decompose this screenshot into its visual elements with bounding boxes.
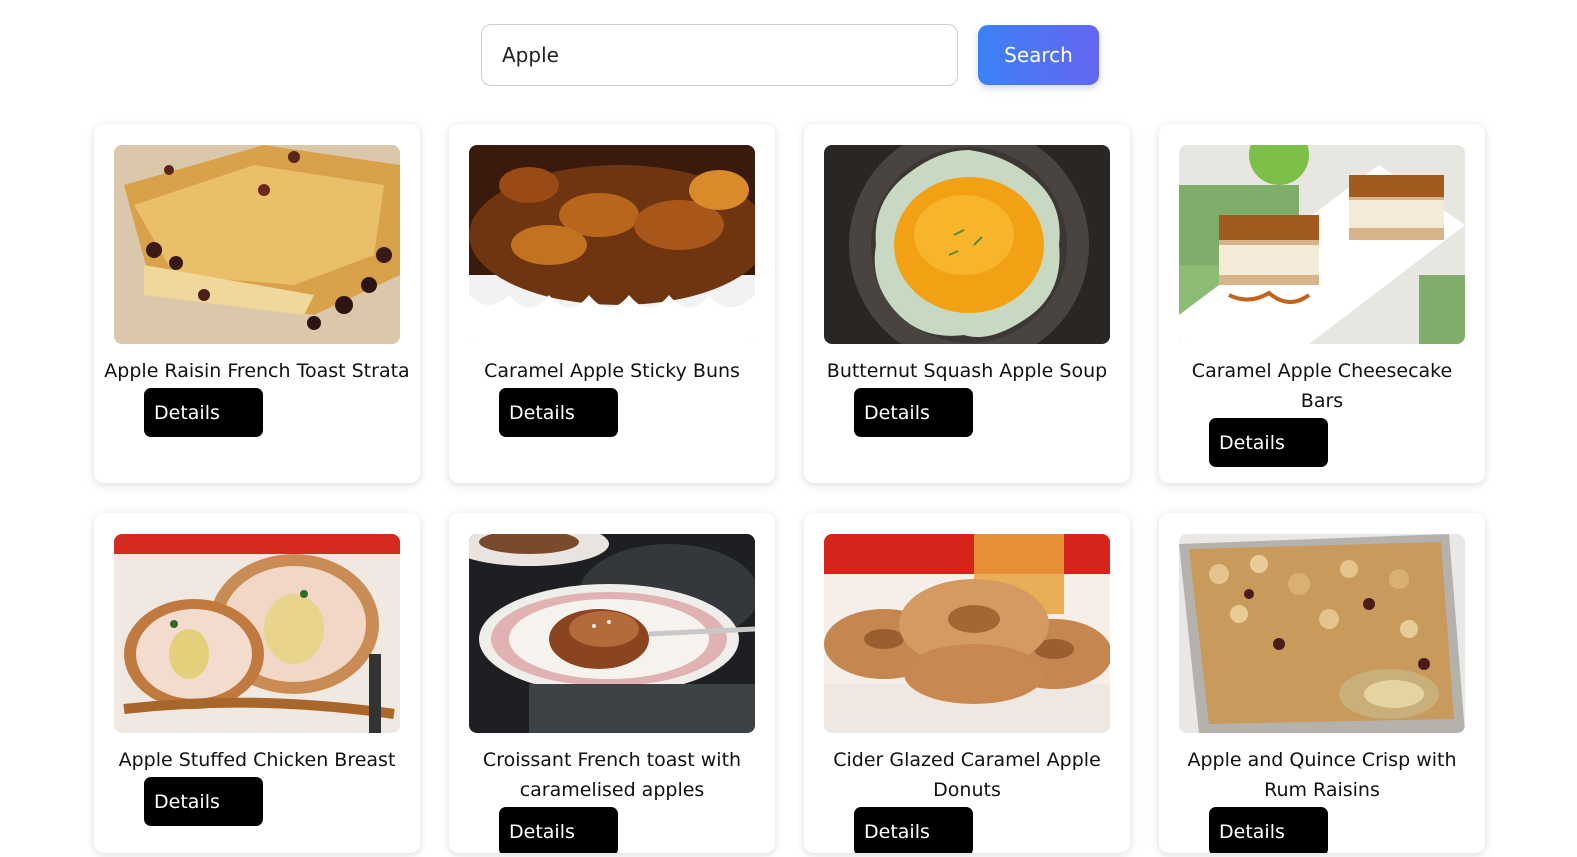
recipe-card: Caramel Apple Sticky Buns Details <box>449 124 775 483</box>
details-button[interactable]: Details <box>144 777 263 826</box>
recipe-image[interactable] <box>114 534 400 733</box>
recipe-card: Caramel Apple Cheesecake Bars Details <box>1159 124 1485 483</box>
details-button[interactable]: Details <box>1209 418 1328 467</box>
recipe-image[interactable] <box>114 145 400 344</box>
search-bar: Search <box>481 24 1099 86</box>
details-button[interactable]: Details <box>499 807 618 853</box>
recipe-card: Apple and Quince Crisp with Rum Raisins … <box>1159 513 1485 853</box>
search-input[interactable] <box>481 24 958 86</box>
details-button[interactable]: Details <box>499 388 618 437</box>
recipe-title: Apple Raisin French Toast Strata <box>104 360 410 382</box>
recipe-image[interactable] <box>824 534 1110 733</box>
recipe-title: Caramel Apple Cheesecake Bars <box>1191 360 1453 412</box>
details-button[interactable]: Details <box>1209 807 1328 853</box>
recipe-title: Cider Glazed Caramel Apple Donuts <box>833 749 1101 801</box>
recipe-title: Butternut Squash Apple Soup <box>826 360 1108 382</box>
details-button[interactable]: Details <box>854 388 973 437</box>
recipe-title: Apple Stuffed Chicken Breast <box>118 749 396 771</box>
recipe-card: Croissant French toast with caramelised … <box>449 513 775 853</box>
recipe-image[interactable] <box>1179 145 1465 344</box>
recipe-image[interactable] <box>469 534 755 733</box>
recipe-card: Butternut Squash Apple Soup Details <box>804 124 1130 483</box>
recipe-title: Apple and Quince Crisp with Rum Raisins <box>1187 749 1457 801</box>
search-button[interactable]: Search <box>978 25 1099 85</box>
recipe-card: Cider Glazed Caramel Apple Donuts Detail… <box>804 513 1130 853</box>
recipe-title: Croissant French toast with caramelised … <box>482 749 742 801</box>
recipe-title: Caramel Apple Sticky Buns <box>484 360 740 382</box>
details-button[interactable]: Details <box>144 388 263 437</box>
recipe-grid: Apple Raisin French Toast Strata Details… <box>94 124 1485 853</box>
recipe-card: Apple Raisin French Toast Strata Details <box>94 124 420 483</box>
recipe-image[interactable] <box>469 145 755 344</box>
details-button[interactable]: Details <box>854 807 973 853</box>
recipe-card: Apple Stuffed Chicken Breast Details <box>94 513 420 853</box>
recipe-image[interactable] <box>1179 534 1465 733</box>
recipe-image[interactable] <box>824 145 1110 344</box>
